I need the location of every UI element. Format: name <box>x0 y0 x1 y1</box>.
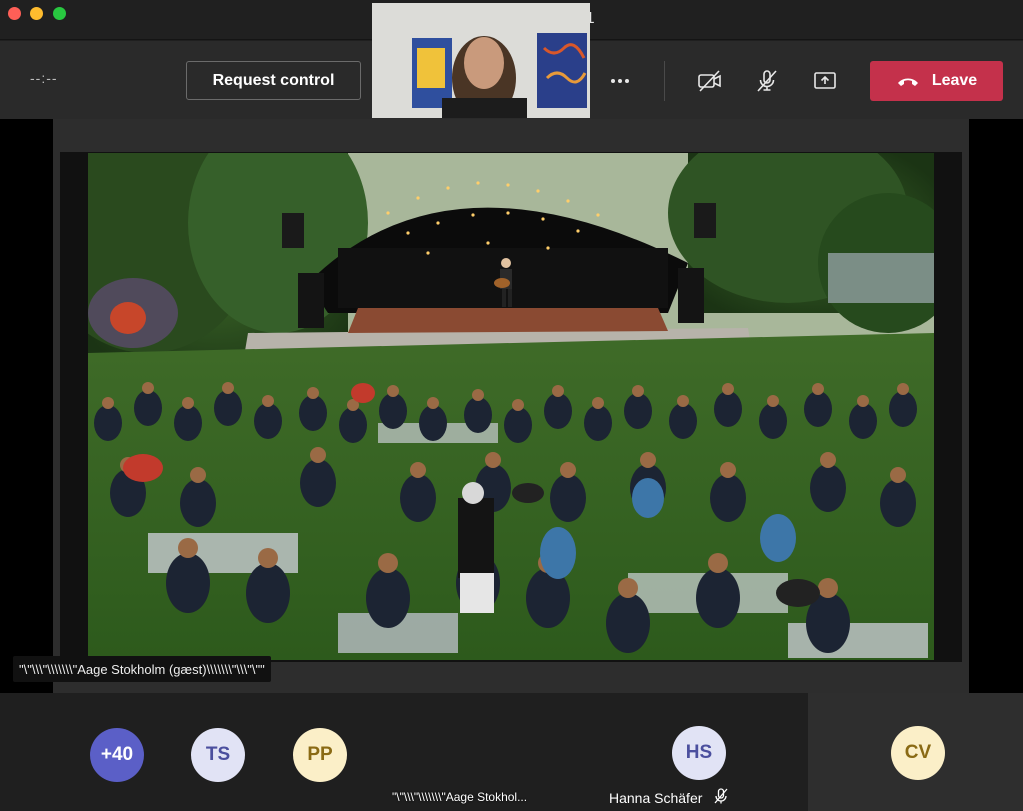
video-tile-name: "\"\\\"\\\\\\\"Aage Stokhol... <box>392 790 528 804</box>
leave-label: Leave <box>931 72 978 89</box>
participant-video-tile[interactable] <box>372 3 590 118</box>
mic-off-icon <box>713 787 729 810</box>
meeting-timer: --:-- <box>30 70 58 86</box>
participant-name-hs: Hanna Schäfer <box>609 790 703 806</box>
concert-photo <box>88 153 934 660</box>
leave-button[interactable]: Leave <box>870 61 1003 101</box>
avatar-pp[interactable]: PP <box>293 728 347 782</box>
presenter-name-tag: "\"\\\"\\\\\\\"Aage Stokholm (gæst)\\\\\… <box>13 656 271 682</box>
share-icon[interactable] <box>807 63 843 99</box>
request-control-button[interactable]: Request control <box>186 61 361 100</box>
avatar-hs[interactable]: HS <box>672 726 726 780</box>
overflow-participants-button[interactable]: +40 <box>90 728 144 782</box>
more-icon[interactable] <box>602 63 638 99</box>
phone-hangup-icon <box>897 78 918 86</box>
avatar-ts[interactable]: TS <box>191 728 245 782</box>
toolbar-divider <box>664 61 665 101</box>
mic-off-icon[interactable] <box>749 63 785 99</box>
camera-off-icon[interactable] <box>692 63 728 99</box>
avatar-cv[interactable]: CV <box>891 726 945 780</box>
